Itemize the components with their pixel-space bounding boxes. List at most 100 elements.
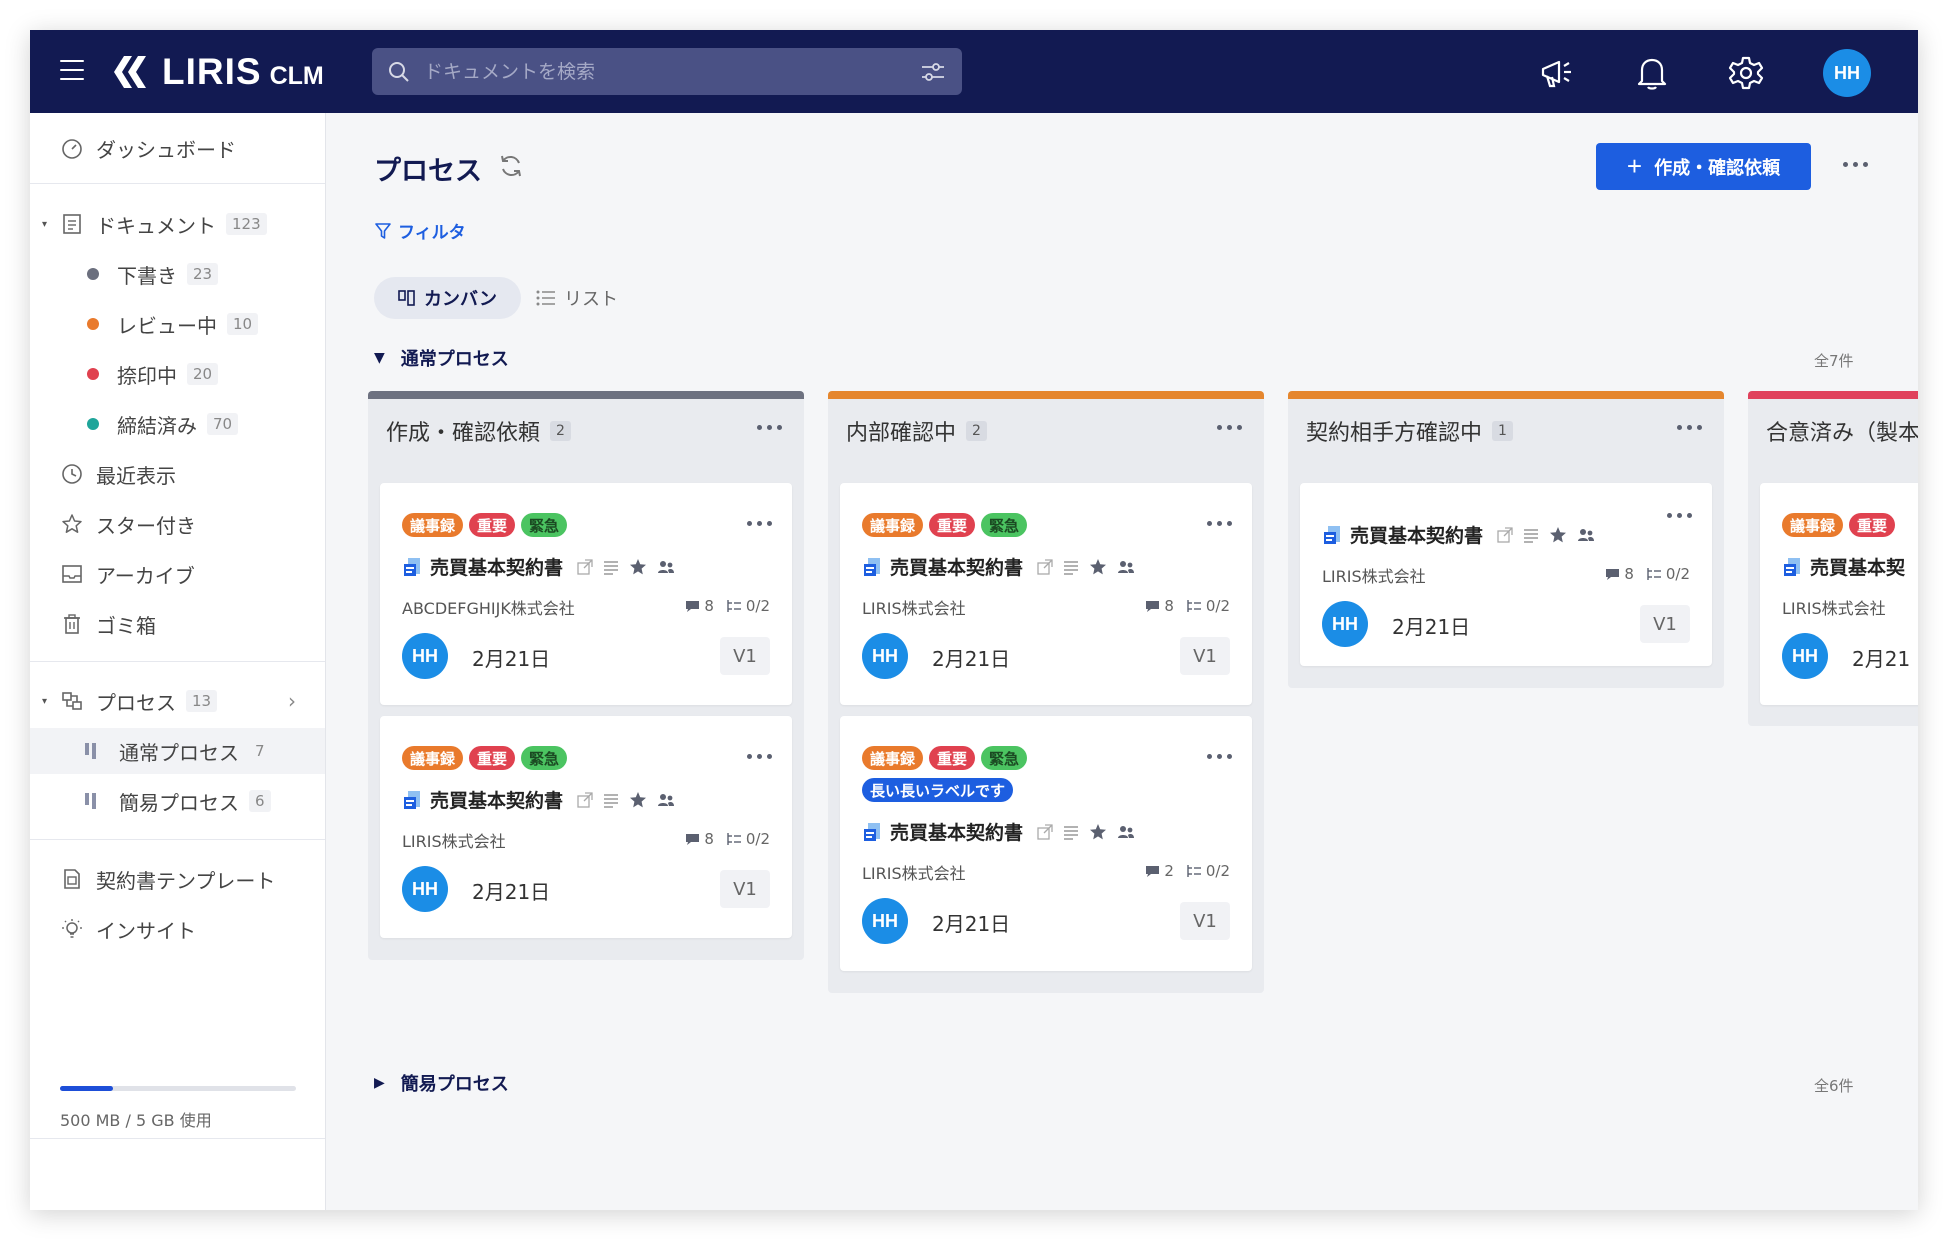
sidebar-item-insight[interactable]: インサイト	[30, 906, 325, 952]
caret-down-icon[interactable]: ▾	[42, 696, 47, 707]
assignee-avatar[interactable]: HH	[862, 898, 908, 944]
tab-list[interactable]: リスト	[536, 277, 656, 319]
document-title[interactable]: 売買基本契	[1810, 553, 1905, 580]
sidebar-item-normal-process[interactable]: 通常プロセス 7	[30, 728, 325, 774]
assignee-avatar[interactable]: HH	[402, 866, 448, 912]
card-more-icon[interactable]	[747, 521, 772, 526]
sidebar-item-simple-process[interactable]: 簡易プロセス 6	[30, 778, 325, 824]
more-options-icon[interactable]	[1838, 153, 1872, 175]
caret-down-icon[interactable]: ▾	[42, 219, 47, 230]
process-card[interactable]: 議事録 重要 緊急 売買基本契約書 LIRIS株式会社 8 0/2 HH 2月21日 V1	[840, 483, 1252, 705]
external-link-icon[interactable]	[1037, 558, 1053, 575]
search-input[interactable]	[424, 60, 920, 83]
tag-important[interactable]: 重要	[1849, 513, 1896, 537]
external-link-icon[interactable]	[1497, 526, 1513, 543]
tag-minutes[interactable]: 議事録	[1782, 513, 1844, 537]
section-simple-process-toggle[interactable]: ▶ 簡易プロセス	[374, 1070, 509, 1096]
card-more-icon[interactable]	[1207, 754, 1232, 759]
menu-icon[interactable]	[60, 60, 84, 80]
card-more-icon[interactable]	[1207, 521, 1232, 526]
members-icon[interactable]	[1117, 559, 1135, 575]
details-icon[interactable]	[603, 792, 619, 808]
details-icon[interactable]	[1063, 559, 1079, 575]
document-link[interactable]: 売買基本契約書	[402, 786, 675, 813]
assignee-avatar[interactable]: HH	[862, 633, 908, 679]
column-more-icon[interactable]	[1677, 425, 1702, 430]
assignee-avatar[interactable]: HH	[1782, 633, 1828, 679]
document-link[interactable]: 売買基本契	[1782, 553, 1918, 580]
star-icon[interactable]	[1089, 558, 1107, 576]
sidebar-item-archive[interactable]: アーカイブ	[30, 551, 325, 597]
tag-urgent[interactable]: 緊急	[521, 513, 568, 537]
tag-minutes[interactable]: 議事録	[402, 746, 464, 770]
tag-urgent[interactable]: 緊急	[521, 746, 568, 770]
sidebar-item-sealing[interactable]: 捺印中 20	[30, 351, 325, 397]
sidebar-item-templates[interactable]: 契約書テンプレート	[30, 856, 325, 902]
search-options-icon[interactable]	[920, 60, 946, 84]
star-icon[interactable]	[629, 791, 647, 809]
external-link-icon[interactable]	[1037, 823, 1053, 840]
sidebar-item-concluded[interactable]: 締結済み 70	[30, 401, 325, 447]
user-avatar[interactable]: HH	[1823, 49, 1871, 97]
gear-icon[interactable]	[1727, 54, 1765, 92]
star-icon[interactable]	[629, 558, 647, 576]
document-link[interactable]: 売買基本契約書	[862, 818, 1135, 845]
process-card[interactable]: 議事録 重要 緊急 売買基本契約書 LIRIS株式会社 8 0/2 HH 2月21日 V1	[380, 716, 792, 938]
tag-urgent[interactable]: 緊急	[981, 746, 1028, 770]
sidebar-item-dashboard[interactable]: ダッシュボード	[30, 125, 325, 171]
tag-important[interactable]: 重要	[469, 746, 516, 770]
tag-important[interactable]: 重要	[929, 513, 976, 537]
sidebar-item-starred[interactable]: スター付き	[30, 501, 325, 547]
details-icon[interactable]	[1523, 527, 1539, 543]
process-card[interactable]: 売買基本契約書 LIRIS株式会社 8 0/2 HH 2月21日 V1	[1300, 483, 1712, 666]
document-title[interactable]: 売買基本契約書	[430, 553, 563, 580]
details-icon[interactable]	[603, 559, 619, 575]
document-title[interactable]: 売買基本契約書	[430, 786, 563, 813]
document-link[interactable]: 売買基本契約書	[1322, 521, 1595, 548]
column-more-icon[interactable]	[1217, 425, 1242, 430]
chevron-right-icon[interactable]: ›	[288, 689, 296, 713]
tag-long-label[interactable]: 長い長いラベルです	[862, 778, 1014, 802]
members-icon[interactable]	[657, 792, 675, 808]
document-title[interactable]: 売買基本契約書	[890, 818, 1023, 845]
star-icon[interactable]	[1549, 526, 1567, 544]
details-icon[interactable]	[1063, 824, 1079, 840]
assignee-avatar[interactable]: HH	[1322, 601, 1368, 647]
tag-minutes[interactable]: 議事録	[862, 746, 924, 770]
members-icon[interactable]	[1117, 824, 1135, 840]
members-icon[interactable]	[1577, 527, 1595, 543]
process-card[interactable]: 議事録 重要 売買基本契 LIRIS株式会社 HH 2月21	[1760, 483, 1918, 705]
tag-minutes[interactable]: 議事録	[402, 513, 464, 537]
assignee-avatar[interactable]: HH	[402, 633, 448, 679]
bell-icon[interactable]	[1633, 54, 1671, 92]
tag-minutes[interactable]: 議事録	[862, 513, 924, 537]
sidebar-item-recent[interactable]: 最近表示	[30, 451, 325, 497]
sidebar-item-review[interactable]: レビュー中 10	[30, 301, 325, 347]
external-link-icon[interactable]	[577, 558, 593, 575]
column-more-icon[interactable]	[757, 425, 782, 430]
create-request-button[interactable]: + 作成・確認依頼	[1596, 143, 1811, 190]
tag-important[interactable]: 重要	[929, 746, 976, 770]
process-card[interactable]: 議事録 重要 緊急 長い長いラベルです 売買基本契約書 LIRIS株式会社 2 0/2 HH 2月…	[840, 716, 1252, 971]
sidebar-item-trash[interactable]: ゴミ箱	[30, 601, 325, 647]
sidebar-item-draft[interactable]: 下書き 23	[30, 251, 325, 297]
card-more-icon[interactable]	[1667, 513, 1692, 518]
sidebar-item-documents[interactable]: ▾ ドキュメント 123	[30, 201, 325, 247]
document-link[interactable]: 売買基本契約書	[862, 553, 1135, 580]
process-card[interactable]: 議事録 重要 緊急 売買基本契約書 ABCDEFGHIJK株式会社 8 0/2 HH 2月21日…	[380, 483, 792, 705]
section-normal-process-toggle[interactable]: ▼ 通常プロセス	[374, 345, 509, 371]
filter-button[interactable]: フィルタ	[374, 218, 466, 243]
megaphone-icon[interactable]	[1538, 54, 1576, 92]
tag-important[interactable]: 重要	[469, 513, 516, 537]
external-link-icon[interactable]	[577, 791, 593, 808]
refresh-icon[interactable]	[498, 153, 524, 179]
document-link[interactable]: 売買基本契約書	[402, 553, 675, 580]
star-icon[interactable]	[1089, 823, 1107, 841]
logo[interactable]: LIRIS CLM	[110, 50, 324, 94]
sidebar-item-process[interactable]: ▾ プロセス 13 ›	[30, 678, 325, 724]
members-icon[interactable]	[657, 559, 675, 575]
tag-urgent[interactable]: 緊急	[981, 513, 1028, 537]
tab-kanban[interactable]: カンバン	[374, 277, 521, 319]
document-title[interactable]: 売買基本契約書	[890, 553, 1023, 580]
document-title[interactable]: 売買基本契約書	[1350, 521, 1483, 548]
